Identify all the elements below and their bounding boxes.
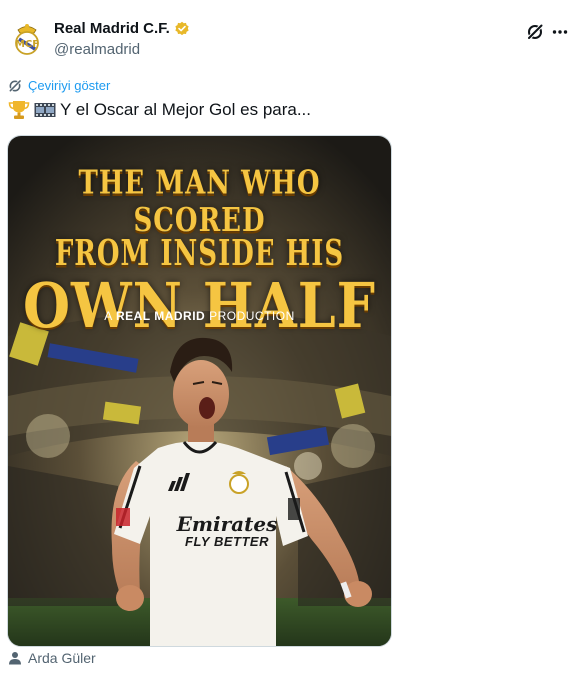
poster-headline-line-3: OWN HALF bbox=[22, 268, 377, 342]
production-brand: REAL MADRID bbox=[115, 309, 206, 323]
tweet: MCF Real Madrid C.F. @realmadrid Çeviriy… bbox=[0, 0, 570, 678]
verified-badge-icon bbox=[175, 21, 189, 35]
shirt-sponsor-tagline: FLY BETTER bbox=[185, 534, 269, 549]
translate-icon bbox=[8, 78, 22, 93]
author-name-row: Real Madrid C.F. bbox=[54, 20, 190, 37]
author-display-name[interactable]: Real Madrid C.F. bbox=[54, 20, 170, 37]
tagged-user[interactable]: Arda Güler bbox=[8, 650, 96, 666]
show-translation-label: Çeviriyi göster bbox=[28, 78, 111, 93]
shirt-sponsor: Emirates FLY BETTER bbox=[167, 512, 287, 549]
poster-headline-line-1: THE MAN WHO SCORED bbox=[78, 164, 321, 240]
poster-production-credit: A REAL MADRID PRODUCTION bbox=[8, 309, 391, 323]
trophy-icon bbox=[8, 101, 30, 119]
real-madrid-crest-icon: MCF bbox=[15, 24, 39, 55]
show-translation-link[interactable]: Çeviriyi göster bbox=[8, 78, 110, 93]
more-icon bbox=[552, 30, 568, 34]
person-icon bbox=[9, 652, 21, 665]
tweet-media-image[interactable]: THE MAN WHO SCORED FROM INSIDE HIS OWN H… bbox=[7, 135, 392, 647]
shirt-sponsor-name: Emirates bbox=[176, 512, 278, 536]
author-handle[interactable]: @realmadrid bbox=[54, 41, 140, 58]
production-suffix: PRODUCTION bbox=[209, 309, 295, 323]
tweet-text-content: Y el Oscar al Mejor Gol es para... bbox=[60, 100, 312, 119]
grok-button[interactable] bbox=[524, 21, 546, 43]
tweet-text: Y el Oscar al Mejor Gol es para... bbox=[8, 98, 311, 122]
tagged-user-name: Arda Güler bbox=[28, 650, 96, 666]
film-frames-icon bbox=[34, 103, 56, 117]
more-options-button[interactable] bbox=[549, 21, 570, 43]
grok-icon bbox=[526, 23, 544, 41]
svg-text:MCF: MCF bbox=[15, 39, 39, 50]
production-prefix: A bbox=[104, 309, 113, 323]
avatar[interactable]: MCF bbox=[8, 20, 46, 58]
